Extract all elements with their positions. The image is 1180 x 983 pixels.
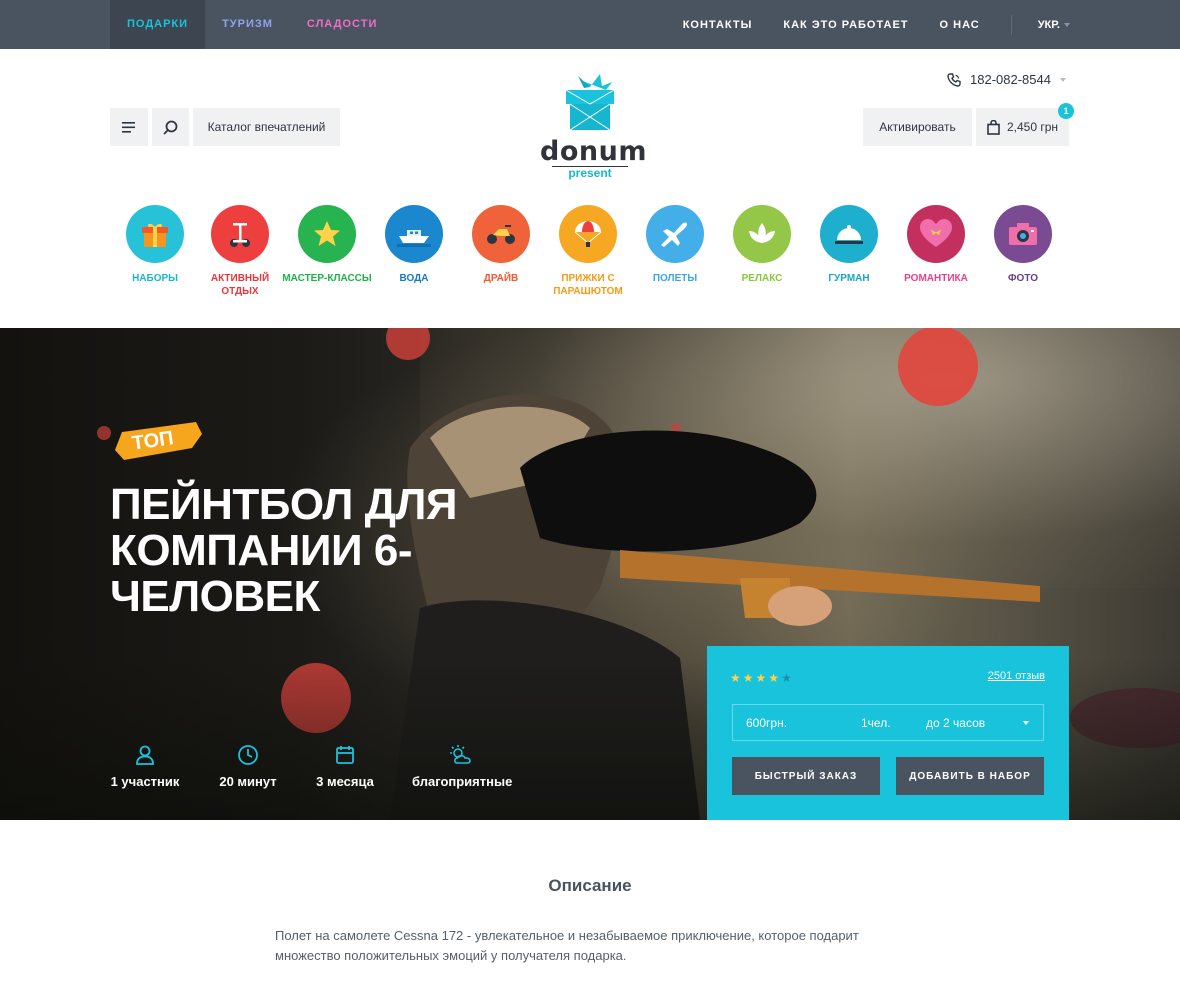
- camera-icon: [994, 205, 1052, 263]
- category-romance[interactable]: РОМАНТИКА: [891, 205, 981, 285]
- language-label: УКР.: [1037, 18, 1060, 31]
- person-icon: [136, 745, 154, 765]
- logo[interactable]: donum present: [540, 72, 647, 182]
- hero-title: ПЕЙНТБОЛ ДЛЯ КОМПАНИИ 6-ЧЕЛОВЕК: [110, 480, 457, 621]
- cloche-icon: [820, 205, 878, 263]
- star-empty-icon: ★: [781, 671, 792, 685]
- hamburger-icon: [122, 121, 135, 133]
- topnav-contacts[interactable]: КОНТАКТЫ: [683, 19, 753, 31]
- category-label: РЕЛАКС: [741, 273, 783, 284]
- topnav-gifts[interactable]: ПОДАРКИ: [110, 0, 206, 49]
- category-label: АКТИВНЫЙ ОТДЫХ: [210, 273, 270, 297]
- category-parachute[interactable]: ПРИЖКИ С ПАРАШЮТОМ: [543, 205, 633, 298]
- feature-weather: благоприятные: [412, 744, 512, 789]
- category-label: ГУРМАН: [828, 273, 870, 284]
- feature-validity: 3 месяца: [312, 744, 378, 789]
- category-photo[interactable]: ФОТО: [978, 205, 1068, 285]
- duration-value: до 2 часов: [926, 716, 986, 730]
- category-label: ВОДА: [399, 273, 429, 284]
- category-master-classes[interactable]: МАСТЕР-КЛАССЫ: [282, 205, 372, 285]
- top-navigation-bar: ПОДАРКИ ТУРИЗМ СЛАДОСТИ КОНТАКТЫ КАК ЭТО…: [0, 0, 1180, 49]
- price-value: 600грн.: [746, 716, 788, 730]
- shopping-bag-icon: [987, 119, 1000, 135]
- top-badge: ТОП: [112, 420, 204, 462]
- rating-stars: ★ ★ ★ ★ ★: [730, 672, 794, 684]
- chevron-down-icon: [1064, 22, 1070, 27]
- star-filled-icon: ★: [730, 671, 741, 685]
- topnav-sweets[interactable]: СЛАДОСТИ: [290, 0, 394, 49]
- category-label: ПОЛЕТЫ: [652, 273, 698, 284]
- cart-total: 2,450 грн: [1006, 120, 1059, 134]
- search-icon: [163, 120, 178, 134]
- option-select[interactable]: 600грн. 1чел. до 2 часов: [732, 704, 1044, 741]
- motorbike-icon: [472, 205, 530, 263]
- boat-icon: [385, 205, 443, 263]
- category-label: ФОТО: [1008, 273, 1038, 284]
- gift-box-logo-icon: [565, 74, 615, 131]
- parachute-icon: [559, 205, 617, 263]
- activate-button[interactable]: Активировать: [863, 108, 972, 146]
- order-panel: ★ ★ ★ ★ ★ 2501 отзыв 600грн. 1чел. до 2 …: [707, 646, 1069, 820]
- weather-icon: [450, 745, 471, 764]
- logo-subtitle: present: [568, 166, 612, 180]
- category-water[interactable]: ВОДА: [369, 205, 459, 285]
- category-label: РОМАНТИКА: [904, 273, 968, 284]
- phone-icon: [947, 72, 961, 87]
- section-nav: ПОДАРКИ ТУРИЗМ СЛАДОСТИ: [110, 0, 394, 49]
- people-value: 1чел.: [861, 716, 891, 730]
- category-active-rest[interactable]: АКТИВНЫЙ ОТДЫХ: [195, 205, 285, 298]
- feature-participants: 1 участник: [110, 744, 180, 789]
- search-button[interactable]: [152, 108, 189, 146]
- feature-duration: 20 минут: [214, 744, 282, 789]
- info-nav: КОНТАКТЫ КАК ЭТО РАБОТАЕТ О НАС УКР.: [652, 0, 1070, 49]
- gift-icon: [126, 205, 184, 263]
- menu-button[interactable]: [110, 108, 148, 146]
- category-label: ДРАЙВ: [483, 273, 519, 284]
- feature-label: благоприятные: [412, 774, 513, 789]
- topnav-about[interactable]: О НАС: [940, 19, 980, 31]
- category-flights[interactable]: ПОЛЕТЫ: [630, 205, 720, 285]
- category-gourmet[interactable]: ГУРМАН: [804, 205, 894, 285]
- lotus-icon: [733, 205, 791, 263]
- add-to-set-button[interactable]: ДОБАВИТЬ В НАБОР: [896, 757, 1044, 795]
- feature-label: 3 месяца: [316, 774, 374, 789]
- heart-icon: [907, 205, 965, 263]
- feature-label: 20 минут: [219, 774, 277, 789]
- segway-icon: [211, 205, 269, 263]
- cart-button[interactable]: 2,450 грн: [976, 108, 1069, 146]
- star-icon: [298, 205, 356, 263]
- chevron-down-icon: [1023, 721, 1029, 725]
- logo-wordmark: donum: [540, 136, 647, 167]
- calendar-icon: [336, 746, 354, 764]
- phone-selector[interactable]: 182-082-8544: [947, 72, 1066, 87]
- category-label: МАСТЕР-КЛАССЫ: [282, 273, 372, 284]
- clock-icon: [238, 745, 258, 765]
- topnav-tourism[interactable]: ТУРИЗМ: [205, 0, 290, 49]
- reviews-link[interactable]: 2501 отзыв: [988, 670, 1045, 682]
- category-drive[interactable]: ДРАЙВ: [456, 205, 546, 285]
- catalog-button[interactable]: Каталог впечатлений: [193, 108, 340, 146]
- topnav-how-it-works[interactable]: КАК ЭТО РАБОТАЕТ: [783, 19, 908, 31]
- language-selector[interactable]: УКР.: [1010, 14, 1070, 35]
- description-text: Полет на самолете Cessna 172 - увлекател…: [275, 928, 859, 963]
- chevron-down-icon: [1059, 77, 1066, 82]
- star-filled-icon: ★: [755, 671, 767, 685]
- category-label: НАБОРЫ: [132, 273, 178, 284]
- plane-icon: [646, 205, 704, 263]
- category-label: ПРИЖКИ С ПАРАШЮТОМ: [553, 273, 623, 297]
- feature-label: 1 участник: [110, 774, 180, 789]
- star-filled-icon: ★: [768, 671, 780, 685]
- category-relax[interactable]: РЕЛАКС: [717, 205, 807, 285]
- phone-number: 182-082-8544: [970, 72, 1051, 87]
- category-sets[interactable]: НАБОРЫ: [110, 205, 200, 285]
- cart-count-badge: 1: [1058, 103, 1074, 119]
- quick-order-button[interactable]: БЫСТРЫЙ ЗАКАЗ: [732, 757, 880, 795]
- star-filled-icon: ★: [742, 671, 754, 685]
- description-title: Описание: [548, 876, 632, 895]
